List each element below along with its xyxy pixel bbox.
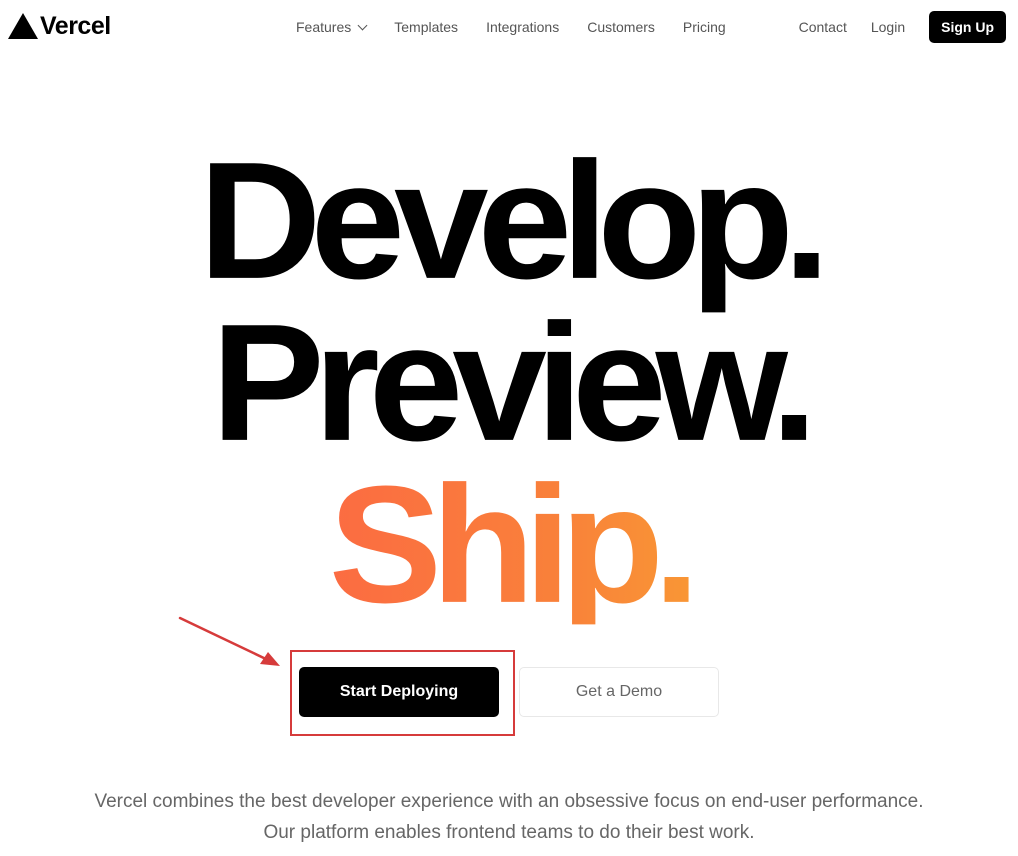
hero-heading: Develop. Preview. Ship.: [0, 127, 1018, 629]
hero-line-develop: Develop.: [198, 127, 831, 315]
nav-features-label: Features: [296, 19, 352, 35]
nav-login[interactable]: Login: [871, 19, 905, 35]
annotation-arrow-icon: [178, 616, 280, 666]
nav-templates[interactable]: Templates: [394, 19, 458, 35]
main-nav: Features Templates Integrations Customer…: [296, 19, 754, 35]
nav-pricing[interactable]: Pricing: [683, 19, 726, 35]
nav-features[interactable]: Features: [296, 19, 368, 35]
hero-tagline: Vercel combines the best developer exper…: [0, 786, 1018, 848]
header-actions: Contact Login Sign Up: [799, 11, 1006, 43]
nav-integrations[interactable]: Integrations: [486, 19, 559, 35]
start-deploying-button[interactable]: Start Deploying: [299, 667, 499, 717]
get-a-demo-button[interactable]: Get a Demo: [519, 667, 719, 717]
hero-line-preview: Preview.: [211, 289, 818, 477]
sign-up-button[interactable]: Sign Up: [929, 11, 1006, 43]
tagline-line-2: Our platform enables frontend teams to d…: [263, 822, 755, 843]
nav-contact[interactable]: Contact: [799, 19, 847, 35]
brand-name: Vercel: [40, 12, 111, 40]
tagline-line-1: Vercel combines the best developer exper…: [94, 791, 924, 812]
site-header: Vercel Features Templates Integrations C…: [0, 0, 1018, 56]
chevron-down-icon: [357, 20, 368, 30]
hero-line-ship: Ship.: [0, 462, 1018, 629]
triangle-logo-icon: [8, 13, 38, 39]
vercel-logo[interactable]: Vercel: [8, 12, 111, 40]
nav-customers[interactable]: Customers: [587, 19, 655, 35]
